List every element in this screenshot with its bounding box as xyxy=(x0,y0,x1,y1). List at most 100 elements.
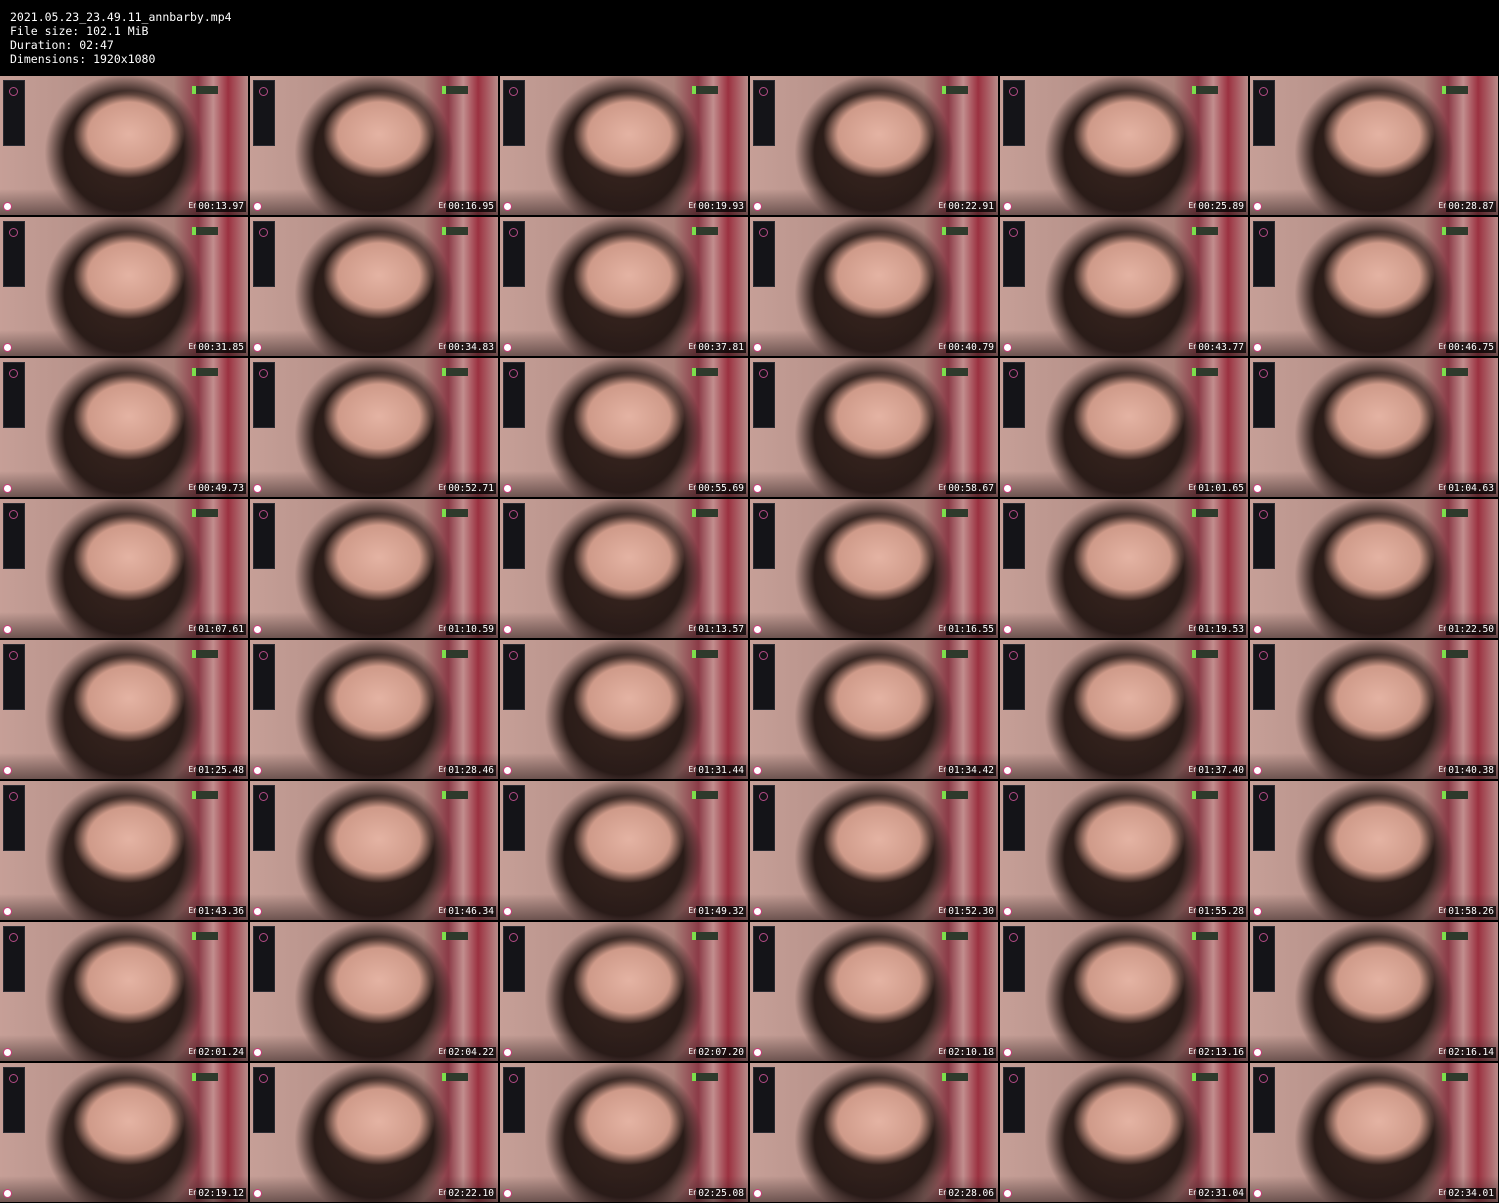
watermark-logo-icon xyxy=(1192,791,1218,799)
brand-logo-icon xyxy=(503,907,512,916)
menu-circle-icon xyxy=(1259,933,1268,942)
watermark-logo-icon xyxy=(942,791,968,799)
brand-logo-icon xyxy=(1253,1048,1262,1057)
thumbnail-frame: En 02:07.20 xyxy=(500,922,748,1061)
stream-side-panel xyxy=(3,362,25,428)
stream-side-panel xyxy=(253,644,275,710)
timestamp-label: 02:25.08 xyxy=(696,1188,746,1199)
stream-side-panel xyxy=(1253,785,1275,851)
brand-logo-icon xyxy=(3,1048,12,1057)
brand-logo-icon xyxy=(503,766,512,775)
stream-side-panel xyxy=(253,80,275,146)
stream-side-panel xyxy=(1003,785,1025,851)
timestamp-label: 01:19.53 xyxy=(1196,624,1246,635)
menu-circle-icon xyxy=(1259,369,1268,378)
thumbnail-frame: En 02:13.16 xyxy=(1000,922,1248,1061)
brand-logo-icon xyxy=(503,625,512,634)
brand-logo-icon xyxy=(253,343,262,352)
thumbnail-frame: En 01:46.34 xyxy=(250,781,498,920)
menu-circle-icon xyxy=(509,933,518,942)
timestamp-label: 00:31.85 xyxy=(196,342,246,353)
stream-side-panel xyxy=(1003,1067,1025,1133)
stream-side-panel xyxy=(753,221,775,287)
watermark-logo-icon xyxy=(942,650,968,658)
menu-circle-icon xyxy=(1009,1074,1018,1083)
brand-logo-icon xyxy=(1253,202,1262,211)
thumbnail-frame: En 01:28.46 xyxy=(250,640,498,779)
menu-circle-icon xyxy=(9,369,18,378)
timestamp-label: 01:46.34 xyxy=(446,906,496,917)
brand-logo-icon xyxy=(753,343,762,352)
brand-logo-icon xyxy=(3,202,12,211)
thumbnail-frame: En 01:10.59 xyxy=(250,499,498,638)
menu-circle-icon xyxy=(9,792,18,801)
thumbnail-frame: En 00:13.97 xyxy=(0,76,248,215)
menu-circle-icon xyxy=(759,792,768,801)
stream-side-panel xyxy=(1003,503,1025,569)
thumbnail-frame: En 02:25.08 xyxy=(500,1063,748,1202)
timestamp-label: 02:19.12 xyxy=(196,1188,246,1199)
watermark-logo-icon xyxy=(1442,227,1468,235)
timestamp-label: 01:34.42 xyxy=(946,765,996,776)
thumbnail-frame: En 01:49.32 xyxy=(500,781,748,920)
watermark-logo-icon xyxy=(192,650,218,658)
thumbnail-frame: En 01:31.44 xyxy=(500,640,748,779)
watermark-logo-icon xyxy=(692,650,718,658)
brand-logo-icon xyxy=(3,484,12,493)
menu-circle-icon xyxy=(259,369,268,378)
watermark-logo-icon xyxy=(692,791,718,799)
stream-side-panel xyxy=(1253,644,1275,710)
watermark-logo-icon xyxy=(1192,86,1218,94)
stream-side-panel xyxy=(753,926,775,992)
stream-side-panel xyxy=(503,503,525,569)
menu-circle-icon xyxy=(259,510,268,519)
stream-side-panel xyxy=(753,644,775,710)
watermark-logo-icon xyxy=(1442,932,1468,940)
brand-logo-icon xyxy=(753,766,762,775)
stream-side-panel xyxy=(3,644,25,710)
timestamp-label: 00:22.91 xyxy=(946,201,996,212)
brand-logo-icon xyxy=(1003,343,1012,352)
menu-circle-icon xyxy=(509,792,518,801)
brand-logo-icon xyxy=(1253,343,1262,352)
thumbnail-frame: En 02:04.22 xyxy=(250,922,498,1061)
thumbnail-frame: En 01:34.42 xyxy=(750,640,998,779)
stream-side-panel xyxy=(253,785,275,851)
brand-logo-icon xyxy=(753,907,762,916)
stream-side-panel xyxy=(253,1067,275,1133)
thumbnail-frame: En 02:22.10 xyxy=(250,1063,498,1202)
timestamp-label: 00:55.69 xyxy=(696,483,746,494)
stream-side-panel xyxy=(753,1067,775,1133)
menu-circle-icon xyxy=(759,87,768,96)
timestamp-label: 00:16.95 xyxy=(446,201,496,212)
menu-circle-icon xyxy=(759,369,768,378)
menu-circle-icon xyxy=(759,510,768,519)
stream-side-panel xyxy=(1253,80,1275,146)
timestamp-label: 01:01.65 xyxy=(1196,483,1246,494)
brand-logo-icon xyxy=(253,202,262,211)
thumbnail-frame: En 00:49.73 xyxy=(0,358,248,497)
watermark-logo-icon xyxy=(192,1073,218,1081)
timestamp-label: 00:28.87 xyxy=(1446,201,1496,212)
thumbnail-frame: En 00:55.69 xyxy=(500,358,748,497)
stream-side-panel xyxy=(253,503,275,569)
watermark-logo-icon xyxy=(1192,1073,1218,1081)
watermark-logo-icon xyxy=(442,509,468,517)
menu-circle-icon xyxy=(259,651,268,660)
thumbnail-frame: En 02:34.01 xyxy=(1250,1063,1498,1202)
stream-side-panel xyxy=(753,503,775,569)
timestamp-label: 01:16.55 xyxy=(946,624,996,635)
timestamp-label: 01:13.57 xyxy=(696,624,746,635)
watermark-logo-icon xyxy=(1192,227,1218,235)
thumbnail-frame: En 01:19.53 xyxy=(1000,499,1248,638)
brand-logo-icon xyxy=(753,625,762,634)
watermark-logo-icon xyxy=(1442,791,1468,799)
brand-logo-icon xyxy=(753,202,762,211)
brand-logo-icon xyxy=(1253,1189,1262,1198)
stream-side-panel xyxy=(1253,1067,1275,1133)
timestamp-label: 02:13.16 xyxy=(1196,1047,1246,1058)
timestamp-label: 01:49.32 xyxy=(696,906,746,917)
thumbnail-frame: En 01:25.48 xyxy=(0,640,248,779)
stream-side-panel xyxy=(503,785,525,851)
menu-circle-icon xyxy=(259,792,268,801)
